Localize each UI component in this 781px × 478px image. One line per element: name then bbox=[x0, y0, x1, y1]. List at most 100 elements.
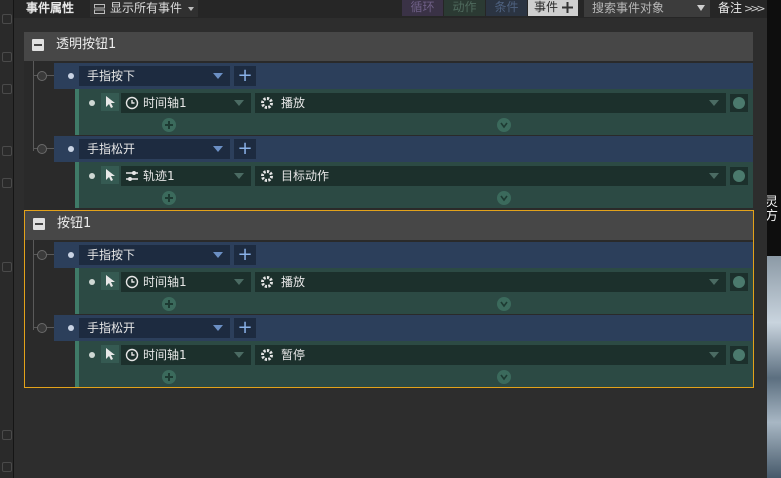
action-name: 播放 bbox=[281, 96, 306, 110]
expand-action-button[interactable] bbox=[497, 370, 511, 384]
action-name: 目标动作 bbox=[281, 169, 330, 183]
rail-tool-icon[interactable] bbox=[2, 462, 12, 472]
action-select[interactable]: 目标动作 bbox=[255, 166, 726, 186]
chevron-down-icon[interactable] bbox=[697, 5, 705, 11]
trigger-name: 手指按下 bbox=[87, 69, 136, 83]
plus-icon bbox=[165, 373, 173, 381]
chevron-down-icon bbox=[500, 301, 508, 308]
loop-filter-tag[interactable]: 循环 bbox=[402, 0, 443, 16]
trigger-select[interactable]: 手指松开 bbox=[79, 318, 230, 338]
pointer-icon[interactable] bbox=[101, 93, 119, 111]
tree-node-icon bbox=[37, 71, 47, 81]
action-name: 暂停 bbox=[281, 348, 306, 362]
bullet-icon bbox=[89, 100, 95, 106]
add-trigger-button[interactable]: + bbox=[234, 245, 256, 265]
rail-tool-icon[interactable] bbox=[2, 430, 12, 440]
trigger-select[interactable]: 手指按下 bbox=[79, 245, 230, 265]
bullet-icon bbox=[89, 173, 95, 179]
condition-filter-tag[interactable]: 条件 bbox=[486, 0, 527, 16]
trigger-select[interactable]: 手指按下 bbox=[79, 66, 230, 86]
collapse-icon[interactable] bbox=[32, 39, 44, 51]
tree-node-icon bbox=[37, 323, 47, 333]
gear-icon bbox=[261, 97, 273, 109]
add-object-button[interactable] bbox=[162, 370, 176, 384]
rail-tool-icon[interactable] bbox=[2, 14, 12, 24]
action-filter-tag[interactable]: 动作 bbox=[444, 0, 485, 16]
event-list-panel: 透明按钮1 手指按下 + 时间轴1 播放 手指松开 + 轨迹1 目标动作 按钮1… bbox=[14, 18, 767, 478]
object-name: 时间轴1 bbox=[143, 348, 187, 362]
left-tool-rail bbox=[0, 0, 14, 478]
event-filter-tag[interactable]: 事件 bbox=[528, 0, 578, 16]
rail-tool-icon[interactable] bbox=[2, 262, 12, 272]
delay-button[interactable] bbox=[730, 346, 748, 364]
canvas-text: 灵方 bbox=[767, 195, 779, 224]
rail-tool-icon[interactable] bbox=[2, 84, 12, 94]
bullet-icon bbox=[68, 252, 74, 258]
add-object-button[interactable] bbox=[162, 297, 176, 311]
pointer-icon[interactable] bbox=[101, 166, 119, 184]
expand-action-button[interactable] bbox=[497, 118, 511, 132]
chevron-down-icon bbox=[709, 352, 719, 358]
gear-icon bbox=[261, 276, 273, 288]
target-object-select[interactable]: 轨迹1 bbox=[121, 166, 251, 186]
event-group-header[interactable]: 按钮1 bbox=[25, 211, 753, 240]
rail-tool-icon[interactable] bbox=[2, 178, 12, 188]
trigger-select[interactable]: 手指松开 bbox=[79, 139, 230, 159]
collapse-icon[interactable] bbox=[33, 218, 45, 230]
canvas-image bbox=[767, 256, 781, 478]
add-object-button[interactable] bbox=[162, 191, 176, 205]
expand-action-button[interactable] bbox=[497, 297, 511, 311]
bullet-icon bbox=[89, 352, 95, 358]
delay-button[interactable] bbox=[730, 167, 748, 185]
search-event-object-input[interactable]: 搜索事件对象 bbox=[584, 0, 710, 17]
trigger-name: 手指松开 bbox=[87, 142, 136, 156]
search-placeholder: 搜索事件对象 bbox=[592, 1, 665, 15]
delay-button[interactable] bbox=[730, 94, 748, 112]
chevron-down-icon bbox=[709, 100, 719, 106]
group-title: 按钮1 bbox=[57, 216, 92, 231]
chevron-down-icon bbox=[500, 122, 508, 129]
target-object-select[interactable]: 时间轴1 bbox=[121, 345, 251, 365]
action-name: 播放 bbox=[281, 275, 306, 289]
notes-label: 备注 bbox=[718, 1, 743, 15]
notes-button[interactable]: 备注 >>> bbox=[712, 0, 767, 18]
action-select[interactable]: 播放 bbox=[255, 93, 726, 113]
action-select[interactable]: 暂停 bbox=[255, 345, 726, 365]
action-row-bar bbox=[75, 341, 79, 387]
trigger-name: 手指按下 bbox=[87, 248, 136, 262]
bullet-icon bbox=[68, 146, 74, 152]
expand-action-button[interactable] bbox=[497, 191, 511, 205]
canvas-preview-strip: 灵方 bbox=[767, 0, 781, 478]
panel-title: 事件属性 bbox=[26, 1, 75, 15]
rail-tool-icon[interactable] bbox=[2, 52, 12, 62]
event-toolbar: 事件属性 显示所有事件 循环 动作 条件 事件 搜索事件对象 备注 >>> bbox=[14, 0, 767, 18]
add-object-button[interactable] bbox=[162, 118, 176, 132]
event-group-header[interactable]: 透明按钮1 bbox=[24, 32, 753, 61]
pointer-icon[interactable] bbox=[101, 272, 119, 290]
clock-icon bbox=[125, 348, 139, 362]
action-row-bar bbox=[75, 89, 79, 135]
delay-button[interactable] bbox=[730, 273, 748, 291]
bullet-icon bbox=[89, 279, 95, 285]
path-icon bbox=[126, 171, 138, 181]
chevron-down-icon bbox=[213, 73, 223, 79]
plus-icon bbox=[165, 300, 173, 308]
add-trigger-button[interactable]: + bbox=[234, 66, 256, 86]
chevron-down-icon bbox=[188, 7, 194, 11]
target-object-select[interactable]: 时间轴1 bbox=[121, 272, 251, 292]
add-trigger-button[interactable]: + bbox=[234, 139, 256, 159]
bullet-icon bbox=[68, 73, 74, 79]
show-all-events-dropdown[interactable]: 显示所有事件 bbox=[90, 0, 198, 17]
chevron-down-icon bbox=[234, 352, 244, 358]
add-trigger-button[interactable]: + bbox=[234, 318, 256, 338]
plus-icon bbox=[165, 121, 173, 129]
chevron-down-icon bbox=[709, 173, 719, 179]
tree-node-icon bbox=[37, 250, 47, 260]
chevron-down-icon bbox=[213, 252, 223, 258]
rail-tool-icon[interactable] bbox=[2, 146, 12, 156]
trigger-name: 手指松开 bbox=[87, 321, 136, 335]
clock-icon bbox=[125, 275, 139, 289]
action-select[interactable]: 播放 bbox=[255, 272, 726, 292]
target-object-select[interactable]: 时间轴1 bbox=[121, 93, 251, 113]
pointer-icon[interactable] bbox=[101, 345, 119, 363]
